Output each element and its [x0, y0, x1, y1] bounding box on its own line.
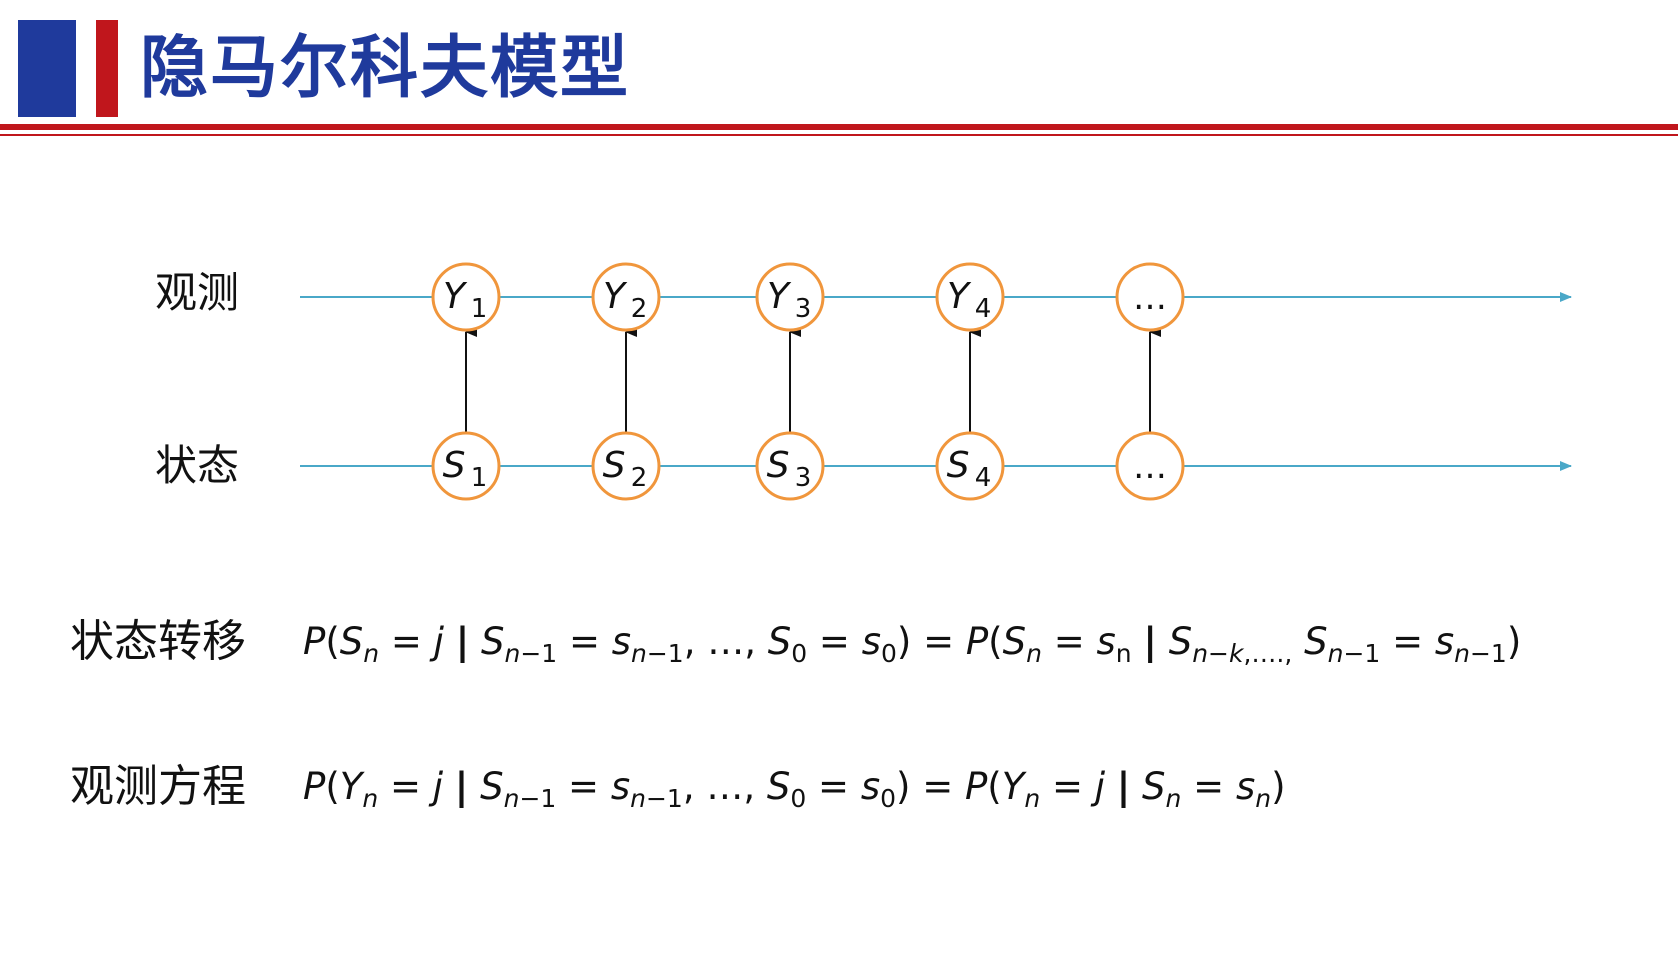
state-node-2: S2 [591, 431, 661, 501]
state-node-5: … [1115, 431, 1185, 501]
observation-node-2: Y2 [591, 262, 661, 332]
observation-node-5: … [1115, 262, 1185, 332]
observation-equation-label: 观测方程 [70, 761, 246, 812]
observation-node-3: Y3 [755, 262, 825, 332]
transition-label: 状态转移 [70, 616, 246, 667]
state-node-1-subscript: 1 [471, 463, 488, 493]
hmm-diagram: 观测 状态 Y 1 Y 2 Y 3 Y 4 …S 1 S 2 S 3 S 4… [155, 262, 1572, 501]
observation-node-2-symbol: Y [603, 276, 628, 317]
state-node-ellipsis: … [1133, 447, 1167, 487]
observation-row-label: 观测 [155, 268, 239, 317]
transition-equation-row: 状态转移 P(Sn = j | Sn−1 = sn−1, …, S0 = s0)… [0, 612, 1678, 672]
observation-node-4-subscript: 4 [975, 294, 992, 324]
state-node-3-subscript: 3 [795, 463, 812, 493]
observation-formula: P(Yn = j | Sn−1 = sn−1, …, S0 = s0) = P(… [303, 765, 1286, 813]
state-node-4-subscript: 4 [975, 463, 992, 493]
observation-node-1: Y1 [431, 262, 501, 332]
observation-equation-row: 观测方程 P(Yn = j | Sn−1 = sn−1, …, S0 = s0)… [0, 757, 1678, 817]
state-node-2-symbol: S [603, 445, 626, 486]
state-row-label: 状态 [155, 441, 239, 490]
observation-node-3-subscript: 3 [795, 294, 812, 324]
observation-node-1-subscript: 1 [471, 294, 488, 324]
observation-node-4-symbol: Y [947, 276, 972, 317]
state-node-4-symbol: S [947, 445, 970, 486]
transition-formula: P(Sn = j | Sn−1 = sn−1, …, S0 = s0) = P(… [303, 620, 1522, 668]
nodes-layer: Y 1 Y 2 Y 3 Y 4 …S 1 S 2 S 3 S 4… [431, 262, 1185, 501]
state-node-1-symbol: S [443, 445, 466, 486]
state-node-3-symbol: S [767, 445, 790, 486]
observation-node-1-symbol: Y [443, 276, 468, 317]
observation-node-4: Y4 [935, 262, 1005, 332]
observation-node-3-symbol: Y [767, 276, 792, 317]
state-node-2-subscript: 2 [631, 463, 648, 493]
state-node-1: S1 [431, 431, 501, 501]
observation-node-ellipsis: … [1133, 278, 1167, 318]
state-node-3: S3 [755, 431, 825, 501]
state-node-4: S4 [935, 431, 1005, 501]
observation-node-2-subscript: 2 [631, 294, 648, 324]
